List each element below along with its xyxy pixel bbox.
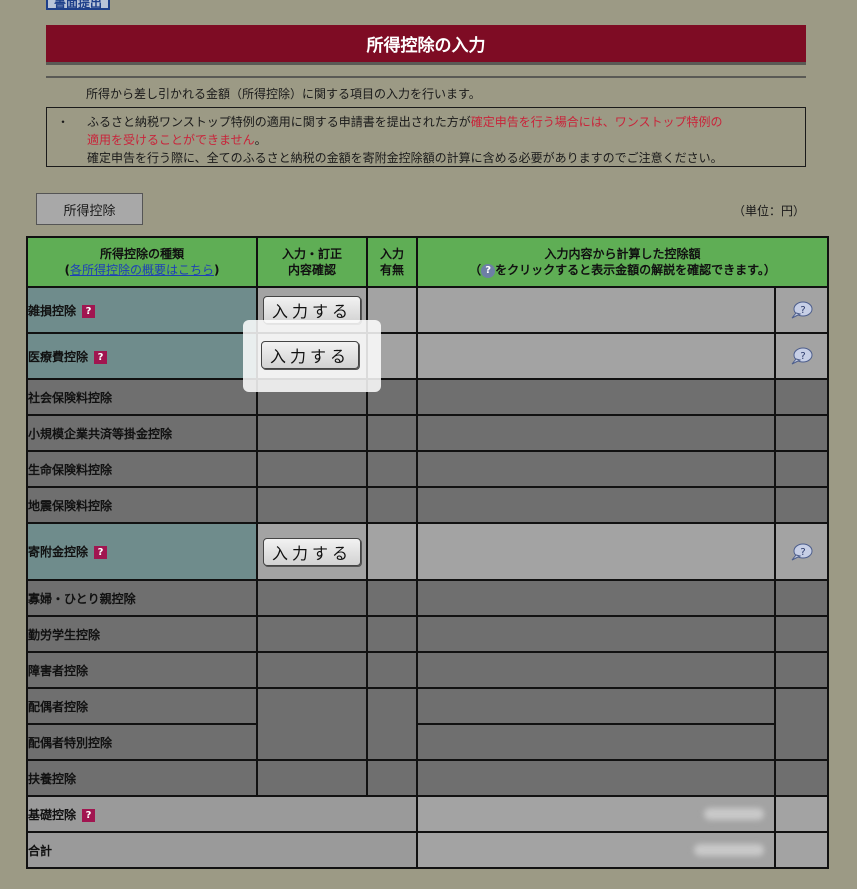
- header-input-status: 入力 有無: [366, 236, 418, 288]
- row-name: 勤労学生控除: [26, 615, 258, 653]
- written-submission-button[interactable]: 書面提出: [46, 0, 110, 10]
- section-tab-income-deduction: 所得控除: [36, 193, 143, 225]
- table-row: 障害者控除: [26, 651, 830, 689]
- question-icon: ?: [481, 263, 496, 278]
- row-name: 小規模企業共済等掛金控除: [26, 414, 258, 452]
- redacted-value: [704, 807, 764, 820]
- row-name: 地震保険料控除: [26, 486, 258, 524]
- row-name: 社会保険料控除: [26, 378, 258, 416]
- unit-label: （単位：円）: [732, 204, 805, 218]
- basic-deduction-amount: [416, 795, 776, 833]
- table-row: 寡婦・ひとり親控除: [26, 579, 830, 617]
- table-row: 雑損控除? 入力する ?: [26, 286, 830, 334]
- deduction-overview-link[interactable]: 各所得控除の概要はこちら: [70, 263, 214, 277]
- table-row: 扶養控除: [26, 759, 830, 797]
- svg-text:?: ?: [800, 305, 805, 316]
- table-row: 寄附金控除? 入力する ?: [26, 522, 830, 581]
- row-name: 合計: [26, 831, 418, 869]
- explanation-bubble-icon[interactable]: ?: [790, 347, 814, 365]
- help-icon[interactable]: ?: [82, 304, 96, 318]
- header-calculated-amount: 入力内容から計算した控除額 （? をクリックすると表示金額の解説を確認できます。）: [415, 236, 830, 288]
- header-deduction-type: 所得控除の種類 (各所得控除の概要はこちら): [26, 236, 258, 288]
- svg-text:?: ?: [800, 351, 805, 362]
- explanation-bubble-icon[interactable]: ?: [790, 543, 814, 561]
- table-row: 配偶者控除: [26, 687, 830, 761]
- header-input-confirm: 入力・訂正 内容確認: [256, 236, 368, 288]
- deduction-table: 所得控除の種類 (各所得控除の概要はこちら) 入力・訂正 内容確認 入力 有無 入力…: [26, 236, 830, 869]
- row-name: 寄附金控除?: [26, 522, 258, 581]
- redacted-value: [694, 843, 764, 856]
- notice-box: ・ ふるさと納税ワンストップ特例の適用に関する申請書を提出された方が確定申告を行…: [46, 107, 806, 167]
- row-name: 基礎控除?: [26, 795, 418, 833]
- notice-line2-text: 。: [254, 133, 267, 147]
- row-name: 医療費控除?: [26, 332, 258, 380]
- table-row: 社会保険料控除: [26, 378, 830, 416]
- table-row: 医療費控除? ?: [26, 332, 830, 380]
- help-icon[interactable]: ?: [82, 808, 96, 822]
- table-row: 地震保険料控除: [26, 486, 830, 524]
- table-row: 合計: [26, 831, 830, 869]
- table-row: 生命保険料控除: [26, 450, 830, 488]
- title-divider: [46, 76, 806, 78]
- notice-line1-text: ふるさと納税ワンストップ特例の適用に関する申請書を提出された方が: [87, 115, 471, 129]
- donation-input-button[interactable]: 入力する: [263, 537, 361, 566]
- row-name: 寡婦・ひとり親控除: [26, 579, 258, 617]
- row-name: 生命保険料控除: [26, 450, 258, 488]
- svg-text:?: ?: [800, 547, 805, 558]
- row-name: 雑損控除?: [26, 286, 258, 334]
- row-name: 障害者控除: [26, 651, 258, 689]
- notice-line2-warning: 適用を受けることができません: [87, 133, 255, 147]
- notice-line1-warning: 確定申告を行う場合には、ワンストップ特例の: [470, 115, 723, 129]
- row-name: 配偶者特別控除: [26, 723, 258, 761]
- medical-expense-input-button[interactable]: 入力する: [261, 341, 359, 369]
- table-row: 配偶者特別控除: [26, 723, 828, 761]
- total-amount: [416, 831, 776, 869]
- row-name: 扶養控除: [26, 759, 258, 797]
- help-icon[interactable]: ?: [94, 546, 108, 559]
- notice-line3: 確定申告を行う際に、全てのふるさと納税の金額を寄附金控除額の計算に含める必要があ…: [87, 151, 723, 165]
- notice-bullet: ・: [57, 115, 70, 129]
- page-title: 所得控除の入力: [46, 25, 806, 65]
- table-row: 勤労学生控除: [26, 615, 830, 653]
- help-icon[interactable]: ?: [94, 350, 108, 364]
- table-row: 小規模企業共済等掛金控除: [26, 414, 830, 452]
- explanation-bubble-icon[interactable]: ?: [790, 301, 814, 319]
- row-name: 配偶者控除: [26, 687, 258, 725]
- page-description: 所得から差し引かれる金額（所得控除）に関する項目の入力を行います。: [86, 87, 481, 101]
- table-row: 基礎控除?: [26, 795, 830, 833]
